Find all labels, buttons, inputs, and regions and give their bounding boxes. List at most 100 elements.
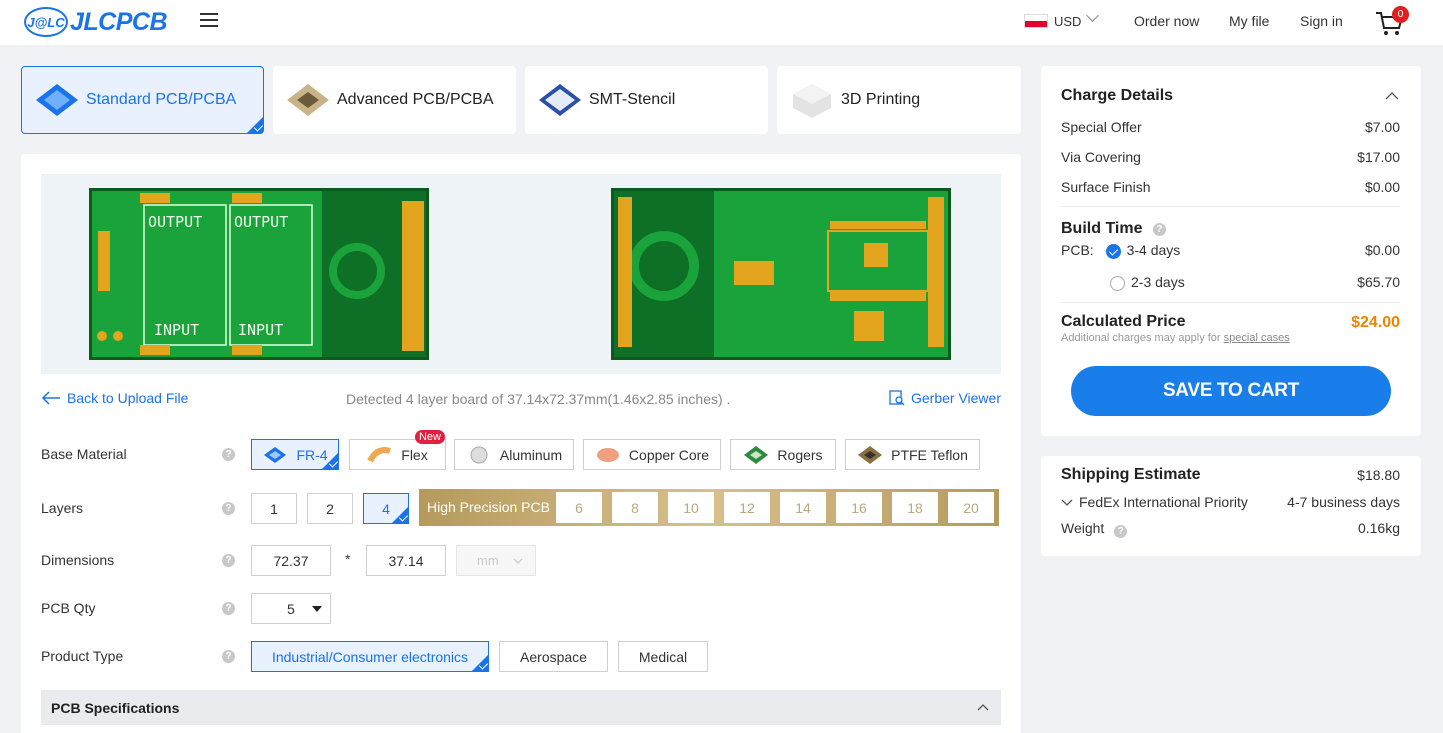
logo-badge: J@LC — [24, 7, 68, 37]
layers-option-10[interactable]: 10 — [668, 492, 714, 523]
high-precision-label: High Precision PCB — [427, 499, 550, 515]
cart-count-badge: 0 — [1392, 6, 1409, 23]
jlcpcb-logo[interactable]: J@LC JLCPCB — [24, 5, 168, 39]
charge-item-value: $7.00 — [1364, 119, 1400, 135]
additional-charges-note: Additional charges may apply for special… — [1061, 332, 1290, 344]
tab-label: SMT-Stencil — [589, 91, 676, 108]
help-icon[interactable]: ? — [1114, 525, 1128, 538]
chevron-down-icon — [513, 558, 523, 564]
copper-core-icon — [596, 447, 619, 462]
material-copper-core[interactable]: Copper Core — [583, 439, 721, 470]
build-time-option-3-4[interactable]: PCB: 3-4 days $0.00 — [1061, 242, 1400, 259]
unit-select[interactable]: mm — [456, 545, 536, 576]
tab-standard-pcb[interactable]: Standard PCB/PCBA — [21, 66, 264, 134]
product-type-aerospace[interactable]: Aerospace — [499, 641, 608, 672]
charge-item-value: $17.00 — [1357, 149, 1400, 165]
pcb-config-panel: OUTPUT OUTPUT INPUT INPUT Back to Upload… — [21, 154, 1021, 733]
material-ptfe-teflon[interactable]: PTFE Teflon — [845, 439, 980, 470]
layers-option-2[interactable]: 2 — [307, 493, 353, 524]
selected-check-icon — [322, 453, 338, 469]
material-flex[interactable]: Flex New — [349, 430, 446, 470]
smt-stencil-icon — [539, 84, 581, 116]
build-time-option-2-3[interactable]: 2-3 days $65.70 — [1061, 274, 1400, 291]
back-link-label: Back to Upload File — [67, 390, 189, 406]
pcb-qty-label: PCB Qty — [41, 600, 96, 616]
length-input[interactable]: 72.37 — [251, 545, 331, 576]
material-rogers[interactable]: Rogers — [730, 439, 836, 470]
pcb-qty-select[interactable]: 5 — [251, 593, 331, 624]
standard-pcb-icon — [36, 84, 78, 116]
radio-checked-icon[interactable] — [1105, 243, 1121, 259]
note-text: Additional charges may apply for — [1061, 332, 1221, 344]
shipping-price: $18.80 — [1357, 467, 1400, 483]
shipping-estimate-title: Shipping Estimate — [1061, 466, 1201, 483]
help-icon[interactable]: ? — [222, 448, 235, 461]
silk-input-1: INPUT — [154, 321, 200, 339]
layers-value: 4 — [382, 500, 390, 517]
build-option-label: 2-3 days — [1131, 274, 1185, 290]
divider — [1061, 206, 1400, 207]
shipping-estimate-panel: Shipping Estimate $18.80 FedEx Internati… — [1041, 456, 1421, 556]
gerber-viewer-label: Gerber Viewer — [910, 390, 1001, 406]
help-icon[interactable]: ? — [222, 602, 235, 615]
back-to-upload-link[interactable]: Back to Upload File — [41, 390, 188, 406]
top-header: J@LC JLCPCB USD Order now My file Sign i… — [0, 0, 1443, 45]
help-icon[interactable]: ? — [222, 502, 235, 515]
charge-item: Surface Finish $0.00 — [1061, 179, 1400, 195]
currency-select[interactable]: USD — [1054, 14, 1081, 29]
material-label: Aluminum — [499, 446, 563, 463]
menu-icon[interactable] — [200, 13, 218, 27]
layers-option-1[interactable]: 1 — [251, 493, 297, 524]
product-type-medical[interactable]: Medical — [618, 641, 708, 672]
pcb-qty-value: 5 — [287, 601, 295, 617]
silk-output-1: OUTPUT — [148, 213, 203, 231]
detected-board-info: Detected 4 layer board of 37.14x72.37mm(… — [346, 391, 731, 407]
flex-icon — [367, 446, 392, 462]
product-type-industrial[interactable]: Industrial/Consumer electronics — [251, 641, 489, 672]
layers-option-16[interactable]: 16 — [836, 492, 882, 523]
layers-option-6[interactable]: 6 — [556, 492, 602, 523]
product-type-label: Product Type — [41, 648, 124, 664]
material-fr4[interactable]: FR-4 — [251, 439, 339, 470]
arrow-left-icon — [41, 391, 60, 405]
selected-check-icon — [247, 117, 263, 133]
layers-option-12[interactable]: 12 — [724, 492, 770, 523]
nav-my-file[interactable]: My file — [1229, 13, 1269, 29]
layers-option-4[interactable]: 4 — [363, 493, 409, 524]
dimension-separator: * — [345, 551, 351, 567]
tab-3d-printing[interactable]: 3D Printing — [777, 66, 1021, 134]
save-to-cart-button[interactable]: SAVE TO CART — [1071, 366, 1391, 416]
radio-unchecked-icon[interactable] — [1110, 275, 1125, 291]
tab-advanced-pcb[interactable]: Advanced PCB/PCBA — [273, 66, 516, 134]
help-icon[interactable]: ? — [222, 554, 235, 567]
rogers-icon — [744, 445, 769, 464]
width-input[interactable]: 37.14 — [366, 545, 446, 576]
nav-order-now[interactable]: Order now — [1134, 13, 1199, 29]
fr4-icon — [264, 446, 287, 463]
help-icon[interactable]: ? — [222, 650, 235, 663]
chevron-down-icon[interactable] — [1086, 9, 1099, 22]
nav-sign-in[interactable]: Sign in — [1300, 13, 1343, 29]
charge-details-panel: Charge Details Special Offer $7.00 Via C… — [1041, 66, 1421, 436]
layers-option-14[interactable]: 14 — [780, 492, 826, 523]
layers-option-18[interactable]: 18 — [892, 492, 938, 523]
divider — [1061, 302, 1400, 303]
caret-down-icon — [312, 606, 322, 612]
gerber-viewer-link[interactable]: Gerber Viewer — [889, 390, 1001, 406]
tab-smt-stencil[interactable]: SMT-Stencil — [525, 66, 768, 134]
material-label: Rogers — [777, 446, 823, 463]
build-time-label: Build Time — [1061, 220, 1143, 237]
special-cases-link[interactable]: special cases — [1224, 332, 1290, 344]
pcb-specifications-header[interactable]: PCB Specifications — [41, 690, 1001, 725]
material-aluminum[interactable]: Aluminum — [454, 439, 574, 470]
pcb-preview: OUTPUT OUTPUT INPUT INPUT — [41, 174, 1001, 374]
chevron-up-icon[interactable] — [1385, 92, 1399, 100]
layers-option-8[interactable]: 8 — [612, 492, 658, 523]
material-label: Copper Core — [628, 446, 710, 463]
charge-item-name: Special Offer — [1061, 119, 1142, 135]
shipping-carrier-row[interactable]: FedEx International Priority 4-7 busines… — [1061, 494, 1400, 510]
tab-label: Advanced PCB/PCBA — [337, 91, 494, 108]
help-icon[interactable]: ? — [1152, 223, 1166, 236]
layers-option-20[interactable]: 20 — [948, 492, 994, 523]
poland-flag-icon[interactable] — [1024, 14, 1048, 28]
